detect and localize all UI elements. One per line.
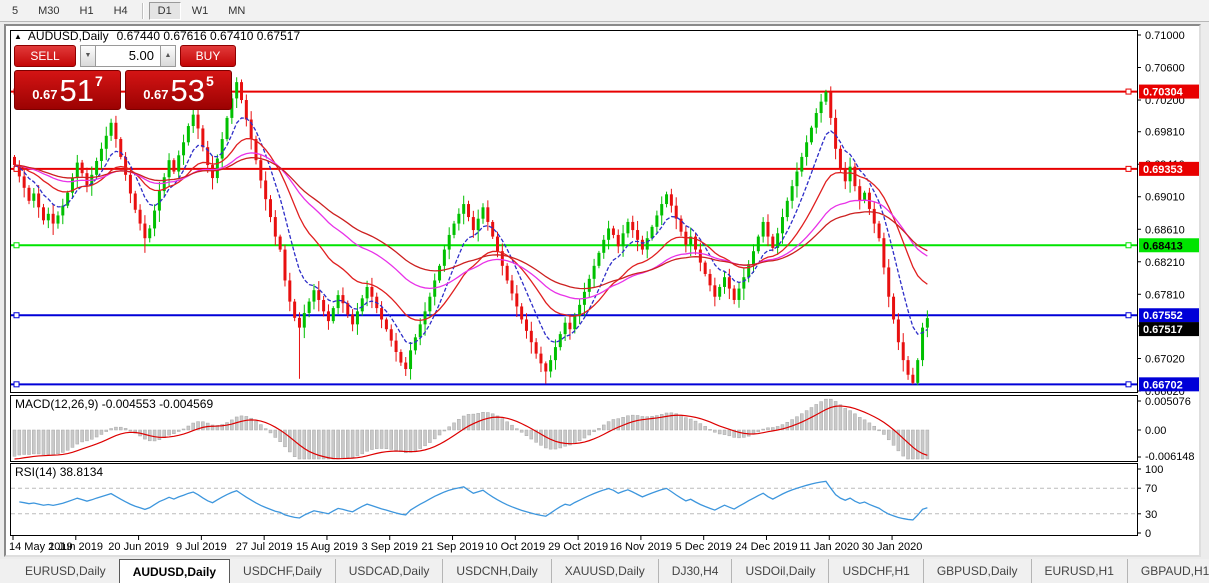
- svg-text:9 Jul 2019: 9 Jul 2019: [176, 541, 227, 553]
- tab-usdchf-daily[interactable]: USDCHF,Daily: [230, 559, 335, 583]
- svg-text:0.67020: 0.67020: [1145, 353, 1185, 365]
- sell-price-pip: 7: [95, 73, 103, 89]
- tab-gbpaud-h1[interactable]: GBPAUD,H1: [1127, 559, 1209, 583]
- buy-price-big: 53: [171, 76, 205, 106]
- svg-text:0.68210: 0.68210: [1145, 257, 1185, 269]
- one-click-trading-panel: SELL ▼ 5.00 ▲ BUY 0.67 51 7 0.67 53 5: [14, 45, 236, 110]
- svg-text:16 Nov 2019: 16 Nov 2019: [610, 541, 672, 553]
- svg-text:11 Jan 2020: 11 Jan 2020: [799, 541, 859, 553]
- svg-text:21 Sep 2019: 21 Sep 2019: [421, 541, 483, 553]
- svg-text:27 Jul 2019: 27 Jul 2019: [236, 541, 293, 553]
- tab-eurusd-h1[interactable]: EURUSD,H1: [1031, 559, 1127, 583]
- svg-text:0.71000: 0.71000: [1145, 30, 1185, 42]
- timeframe-toolbar: 5 M30 H1 H4 D1 W1 MN: [0, 0, 1209, 22]
- svg-text:-0.006148: -0.006148: [1145, 451, 1195, 463]
- tab-xauusd-daily[interactable]: XAUUSD,Daily: [551, 559, 658, 583]
- sell-price-prefix: 0.67: [32, 87, 57, 102]
- buy-price-button[interactable]: 0.67 53 5: [125, 70, 232, 110]
- timeframe-button-w1[interactable]: W1: [183, 2, 218, 20]
- svg-text:0.67810: 0.67810: [1145, 289, 1185, 301]
- svg-text:3 Sep 2019: 3 Sep 2019: [362, 541, 418, 553]
- svg-text:0.69810: 0.69810: [1145, 127, 1185, 139]
- svg-text:0.68610: 0.68610: [1145, 224, 1185, 236]
- rsi-value: 38.8134: [60, 465, 103, 479]
- svg-text:1 Jun 2019: 1 Jun 2019: [49, 541, 103, 553]
- timeframe-button-h4[interactable]: H4: [105, 2, 137, 20]
- svg-text:0.70304: 0.70304: [1143, 87, 1184, 99]
- svg-text:0.68413: 0.68413: [1143, 240, 1183, 252]
- timeframe-button-h1[interactable]: H1: [71, 2, 103, 20]
- svg-text:0.70600: 0.70600: [1145, 63, 1185, 75]
- rsi-indicator-label: RSI(14) 38.8134: [15, 465, 103, 479]
- svg-text:0.00: 0.00: [1145, 425, 1166, 437]
- chart-symbol-label: AUDUSD,Daily: [28, 29, 109, 43]
- svg-text:0.66702: 0.66702: [1143, 379, 1183, 391]
- macd-main-value: -0.004553: [102, 397, 156, 411]
- chart-title: ▲ AUDUSD,Daily 0.67440 0.67616 0.67410 0.6…: [14, 29, 300, 43]
- sell-price-big: 51: [60, 76, 94, 106]
- svg-text:100: 100: [1145, 464, 1163, 476]
- svg-text:0.69010: 0.69010: [1145, 192, 1185, 204]
- timeframe-button-m15[interactable]: 5: [3, 2, 27, 20]
- sell-button[interactable]: SELL: [14, 45, 76, 67]
- chart-window: 0.710000.706000.702000.698100.694100.690…: [4, 24, 1201, 557]
- collapse-panel-icon[interactable]: ▲: [14, 32, 22, 41]
- tab-usdchf-h1[interactable]: USDCHF,H1: [828, 559, 922, 583]
- tab-audusd-daily[interactable]: AUDUSD,Daily: [119, 559, 230, 583]
- buy-button[interactable]: BUY: [180, 45, 236, 67]
- svg-text:15 Aug 2019: 15 Aug 2019: [296, 541, 358, 553]
- tab-usdoil-daily[interactable]: USDOil,Daily: [731, 559, 828, 583]
- volume-input[interactable]: 5.00: [96, 45, 160, 67]
- svg-text:0.005076: 0.005076: [1145, 396, 1191, 408]
- svg-text:24 Dec 2019: 24 Dec 2019: [735, 541, 797, 553]
- timeframe-button-m30[interactable]: M30: [29, 2, 68, 20]
- tab-eurusd-daily[interactable]: EURUSD,Daily: [12, 559, 119, 583]
- sell-price-button[interactable]: 0.67 51 7: [14, 70, 121, 110]
- svg-text:0.67517: 0.67517: [1143, 324, 1183, 336]
- tab-usdcad-daily[interactable]: USDCAD,Daily: [335, 559, 443, 583]
- volume-increase-icon[interactable]: ▲: [160, 45, 176, 67]
- svg-text:0.67552: 0.67552: [1143, 310, 1183, 322]
- svg-text:30: 30: [1145, 509, 1157, 521]
- tab-gbpusd-daily[interactable]: GBPUSD,Daily: [923, 559, 1031, 583]
- svg-text:30 Jan 2020: 30 Jan 2020: [862, 541, 923, 553]
- macd-signal-value: -0.004569: [159, 397, 213, 411]
- macd-indicator-label: MACD(12,26,9) -0.004553 -0.004569: [15, 397, 213, 411]
- svg-text:10 Oct 2019: 10 Oct 2019: [485, 541, 545, 553]
- svg-text:0: 0: [1145, 528, 1151, 540]
- chart-ohlc-values: 0.67440 0.67616 0.67410 0.67517: [117, 29, 301, 43]
- buy-price-prefix: 0.67: [143, 87, 168, 102]
- chart-tabbar: EURUSD,Daily AUDUSD,Daily USDCHF,Daily U…: [0, 559, 1209, 583]
- timeframe-button-d1[interactable]: D1: [149, 2, 181, 20]
- svg-text:29 Oct 2019: 29 Oct 2019: [548, 541, 608, 553]
- tab-dj30-h4[interactable]: DJ30,H4: [658, 559, 732, 583]
- macd-name: MACD(12,26,9): [15, 397, 98, 411]
- svg-text:0.69353: 0.69353: [1143, 164, 1183, 176]
- svg-text:5 Dec 2019: 5 Dec 2019: [676, 541, 732, 553]
- buy-price-pip: 5: [206, 73, 214, 89]
- tab-usdcnh-daily[interactable]: USDCNH,Daily: [442, 559, 550, 583]
- svg-text:70: 70: [1145, 483, 1157, 495]
- toolbar-separator: [142, 3, 144, 19]
- volume-decrease-icon[interactable]: ▼: [80, 45, 96, 67]
- svg-text:20 Jun 2019: 20 Jun 2019: [108, 541, 169, 553]
- rsi-name: RSI(14): [15, 465, 56, 479]
- timeframe-button-mn[interactable]: MN: [219, 2, 254, 20]
